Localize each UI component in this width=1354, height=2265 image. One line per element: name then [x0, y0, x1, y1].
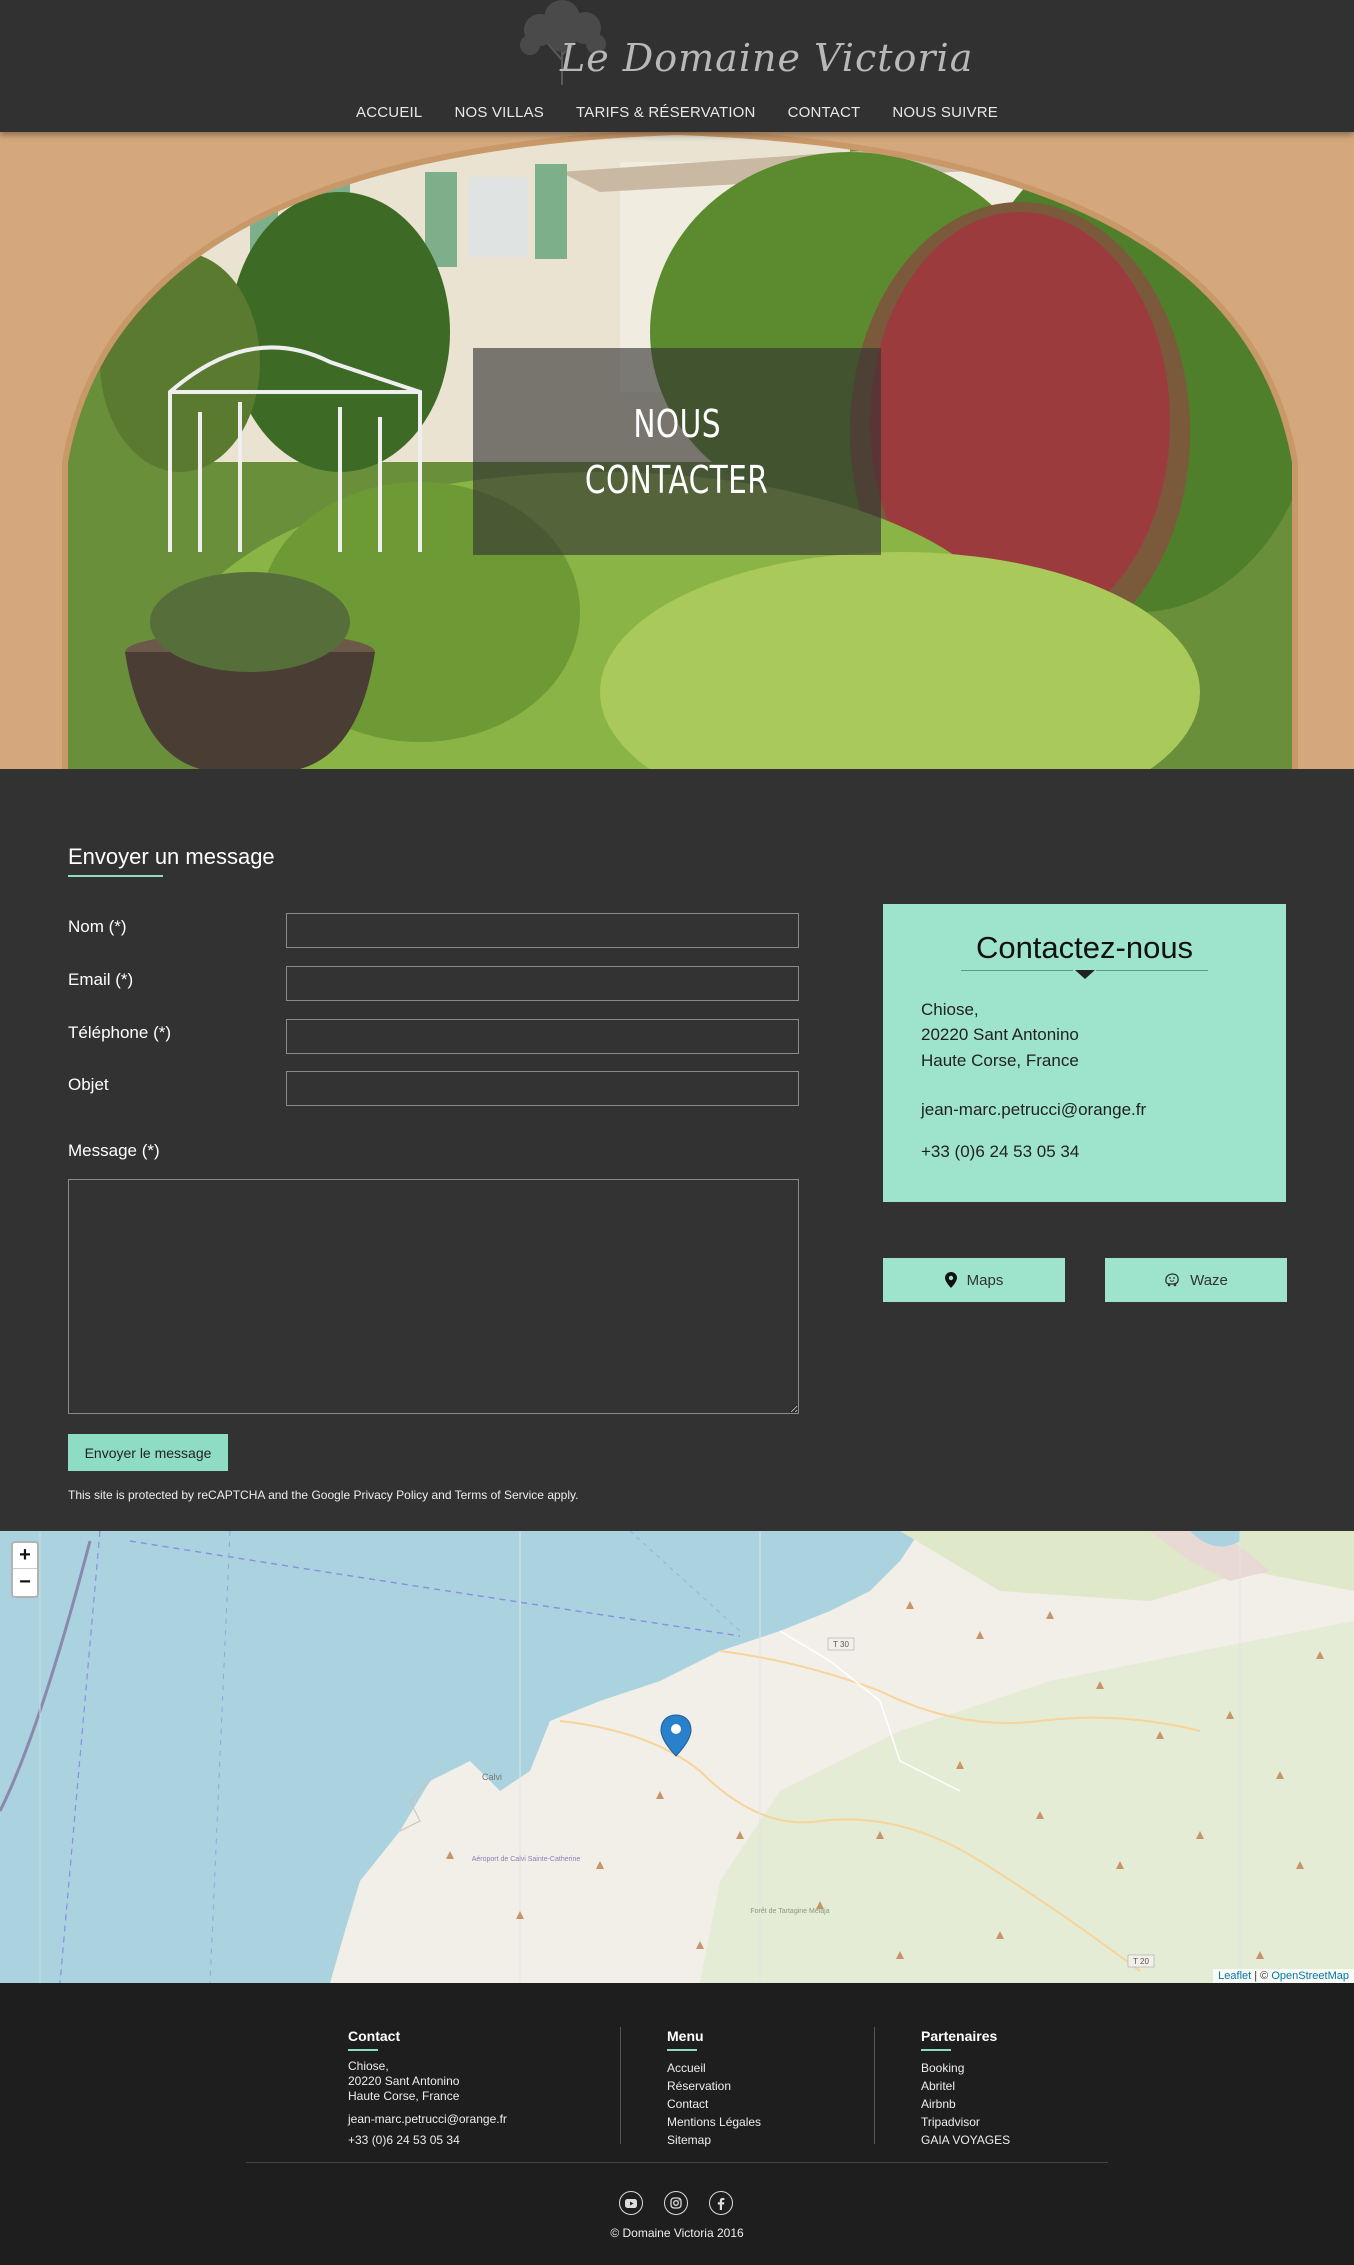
- contact-section: Envoyer un message Nom (*) Email (*) Tél…: [0, 769, 1354, 1531]
- card-title: Contactez-nous: [975, 930, 1194, 965]
- facebook-icon[interactable]: [709, 2191, 733, 2215]
- waze-icon: [1165, 1273, 1179, 1287]
- attribution-separator: | ©: [1251, 1970, 1272, 1982]
- message-textarea[interactable]: [68, 1179, 799, 1414]
- map-tiles[interactable]: T 30 T 20 Calvi Aéroport de Calvi Sainte…: [0, 1531, 1354, 1983]
- nom-label: Nom (*): [68, 917, 127, 936]
- footer-phone[interactable]: +33 (0)6 24 53 05 34: [348, 2131, 507, 2149]
- site-logo[interactable]: Le Domaine Victoria: [480, 0, 972, 90]
- zoom-out-button[interactable]: −: [13, 1569, 37, 1595]
- footer-partners: Partenaires Booking Abritel Airbnb Tripa…: [921, 2027, 1010, 2149]
- contact-card: Contactez-nous Chiose, 20220 Sant Antoni…: [883, 904, 1286, 1202]
- footer-partners-title: Partenaires: [921, 2028, 998, 2044]
- footer-contact-title: Contact: [348, 2028, 401, 2044]
- telephone-input[interactable]: [286, 1019, 799, 1054]
- footer-partners-underline: [921, 2049, 951, 2051]
- nom-input[interactable]: [286, 913, 799, 948]
- place-label-calvi: Calvi: [482, 1772, 502, 1782]
- footer-address-line1: Chiose,: [348, 2059, 389, 2073]
- footer-address-line2: 20220 Sant Antonino: [348, 2074, 460, 2088]
- nav-tarifs-reservation[interactable]: TARIFS & RÉSERVATION: [560, 104, 772, 121]
- objet-label: Objet: [68, 1075, 109, 1094]
- recaptcha-notice: This site is protected by reCAPTCHA and …: [68, 1488, 579, 1502]
- copyright: © Domaine Victoria 2016: [610, 2226, 744, 2240]
- card-address-line3: Haute Corse, France: [921, 1051, 1079, 1070]
- maps-label: Maps: [966, 1271, 1004, 1289]
- openstreetmap-link[interactable]: OpenStreetMap: [1271, 1970, 1349, 1982]
- instagram-icon[interactable]: [664, 2191, 688, 2215]
- card-phone[interactable]: +33 (0)6 24 53 05 34: [921, 1142, 1079, 1162]
- footer-menu-sitemap[interactable]: Sitemap: [667, 2131, 761, 2149]
- road-label-t30: T 30: [833, 1640, 849, 1649]
- card-divider-right: [1096, 970, 1208, 971]
- card-divider-left: [961, 970, 1073, 971]
- map-attribution: Leaflet | © OpenStreetMap: [1213, 1969, 1354, 1983]
- footer-email[interactable]: jean-marc.petrucci@orange.fr: [348, 2110, 507, 2128]
- partner-abritel[interactable]: Abritel: [921, 2077, 1010, 2095]
- nav-nous-suivre[interactable]: NOUS SUIVRE: [876, 104, 1014, 121]
- footer-menu-mentions[interactable]: Mentions Légales: [667, 2113, 761, 2131]
- nav-accueil[interactable]: ACCUEIL: [340, 104, 438, 121]
- site-footer: Contact Chiose, 20220 Sant Antonino Haut…: [0, 1983, 1354, 2265]
- site-header: Le Domaine Victoria ACCUEIL NOS VILLAS T…: [0, 0, 1354, 132]
- card-address-line1: Chiose,: [921, 1000, 979, 1019]
- youtube-icon[interactable]: [619, 2191, 643, 2215]
- card-email[interactable]: jean-marc.petrucci@orange.fr: [921, 1100, 1146, 1120]
- card-address-line2: 20220 Sant Antonino: [921, 1025, 1079, 1044]
- footer-divider-1: [620, 2027, 621, 2144]
- chevron-down-icon: [1075, 970, 1095, 979]
- email-input[interactable]: [286, 966, 799, 1001]
- map-zoom-control: + −: [11, 1541, 39, 1598]
- hero-title-line2: CONTACTER: [585, 457, 769, 502]
- hero-title-box: NOUS CONTACTER: [473, 348, 881, 555]
- footer-menu-title: Menu: [667, 2028, 704, 2044]
- nav-nos-villas[interactable]: NOS VILLAS: [438, 104, 560, 121]
- footer-menu-contact[interactable]: Contact: [667, 2095, 761, 2113]
- footer-contact: Contact Chiose, 20220 Sant Antonino Haut…: [348, 2027, 507, 2149]
- footer-contact-underline: [348, 2049, 378, 2051]
- waze-button[interactable]: Waze: [1105, 1258, 1287, 1302]
- leaflet-link[interactable]: Leaflet: [1218, 1970, 1251, 1982]
- main-nav: ACCUEIL NOS VILLAS TARIFS & RÉSERVATION …: [0, 104, 1354, 121]
- maps-button[interactable]: Maps: [883, 1258, 1065, 1302]
- partner-gaia-voyages[interactable]: GAIA VOYAGES: [921, 2131, 1010, 2149]
- place-label-foret: Forêt de Tartagine Melaja: [750, 1908, 829, 1915]
- partner-airbnb[interactable]: Airbnb: [921, 2095, 1010, 2113]
- footer-menu: Menu Accueil Réservation Contact Mention…: [667, 2027, 761, 2149]
- footer-address-line3: Haute Corse, France: [348, 2089, 460, 2103]
- footer-menu-reservation[interactable]: Réservation: [667, 2077, 761, 2095]
- footer-menu-accueil[interactable]: Accueil: [667, 2059, 761, 2077]
- nav-contact[interactable]: CONTACT: [772, 104, 877, 121]
- hero-title-line1: NOUS: [633, 401, 721, 446]
- hero-banner: NOUS CONTACTER: [0, 132, 1354, 769]
- logo-text: Le Domaine Victoria: [560, 36, 974, 80]
- objet-input[interactable]: [286, 1071, 799, 1106]
- map-pin-icon: [944, 1272, 957, 1288]
- waze-label: Waze: [1190, 1271, 1228, 1289]
- partner-tripadvisor[interactable]: Tripadvisor: [921, 2113, 1010, 2131]
- title-underline: [68, 875, 163, 877]
- footer-divider-2: [874, 2027, 875, 2144]
- form-title: Envoyer un message: [68, 844, 275, 869]
- place-label-airport: Aéroport de Calvi Sainte-Catherine: [472, 1856, 581, 1863]
- footer-rule: [246, 2162, 1108, 2163]
- footer-menu-underline: [667, 2049, 697, 2051]
- road-label-t20: T 20: [1133, 1957, 1149, 1966]
- zoom-in-button[interactable]: +: [13, 1543, 37, 1569]
- partner-booking[interactable]: Booking: [921, 2059, 1010, 2077]
- location-map[interactable]: T 30 T 20 Calvi Aéroport de Calvi Sainte…: [0, 1531, 1354, 1983]
- message-label: Message (*): [68, 1141, 160, 1160]
- send-message-button[interactable]: Envoyer le message: [68, 1434, 228, 1471]
- email-label: Email (*): [68, 970, 134, 989]
- telephone-label: Téléphone (*): [68, 1023, 172, 1042]
